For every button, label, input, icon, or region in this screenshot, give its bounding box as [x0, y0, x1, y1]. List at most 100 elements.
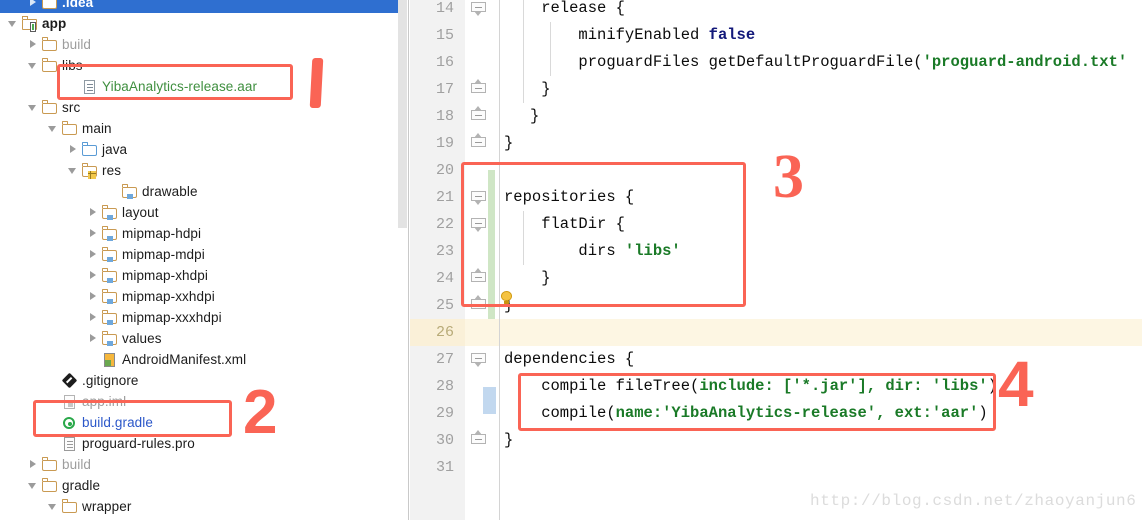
fold-marker-end: [471, 106, 486, 123]
code-token: proguardFiles getDefaultProguardFile(: [504, 53, 923, 71]
tree-scrollbar-thumb[interactable]: [398, 0, 407, 228]
tree-item-java[interactable]: java: [0, 139, 405, 160]
code-text: }: [504, 76, 550, 103]
tree-item-values[interactable]: values: [0, 328, 405, 349]
tree-item-label: AndroidManifest.xml: [122, 352, 247, 367]
chevron-down-icon[interactable]: [28, 102, 39, 113]
tree-scrollbar[interactable]: [398, 0, 407, 520]
annotation-box-3: [461, 162, 746, 307]
tree-item-mipmap-xxxhdpi[interactable]: mipmap-xxxhdpi: [0, 307, 405, 328]
line-number: 16: [435, 54, 454, 71]
folder-icon: [41, 457, 58, 473]
tree-item-gradle[interactable]: gradle: [0, 475, 405, 496]
res-subfolder-icon: [121, 184, 138, 200]
chevron-right-icon[interactable]: [88, 207, 99, 218]
line-number: 25: [435, 297, 454, 314]
tree-item-wrapper[interactable]: wrapper: [0, 496, 405, 517]
tree-item-drawable[interactable]: drawable: [0, 181, 405, 202]
chevron-down-icon[interactable]: [28, 60, 39, 71]
tree-item-res[interactable]: res: [0, 160, 405, 181]
tree-item-label: res: [102, 163, 122, 178]
code-text: minifyEnabled false: [504, 22, 755, 49]
line-number: 26: [435, 324, 454, 341]
line-number: 15: [435, 27, 454, 44]
chevron-down-icon[interactable]: [48, 123, 59, 134]
tree-item-mipmap-xxhdpi[interactable]: mipmap-xxhdpi: [0, 286, 405, 307]
chevron-down-icon[interactable]: [68, 165, 79, 176]
code-line[interactable]: 14 release {: [410, 0, 1142, 22]
line-number: 20: [435, 162, 454, 179]
tree-item-label: java: [102, 142, 128, 157]
code-line[interactable]: 17 }: [410, 76, 1142, 103]
no-chevron-spacer: [48, 438, 59, 449]
chevron-right-icon[interactable]: [88, 312, 99, 323]
annotation-number-3: 3: [773, 143, 804, 211]
chevron-right-icon[interactable]: [68, 144, 79, 155]
tree-item-label: gradle: [62, 478, 101, 493]
line-number: 23: [435, 243, 454, 260]
tree-item-label: main: [82, 121, 112, 136]
code-text: }: [504, 130, 513, 157]
code-token: }: [504, 134, 514, 152]
chevron-down-icon[interactable]: [28, 480, 39, 491]
line-number: 28: [435, 378, 454, 395]
code-line[interactable]: 31: [410, 454, 1142, 481]
code-line[interactable]: 18}: [410, 103, 1142, 130]
tree-item-app[interactable]: app: [0, 13, 405, 34]
csdn-watermark: http://blog.csdn.net/zhaoyanjun6: [810, 492, 1137, 510]
code-line[interactable]: 30}: [410, 427, 1142, 454]
tree-item-androidmanifest-xml[interactable]: AndroidManifest.xml: [0, 349, 405, 370]
tree-item-build[interactable]: build: [0, 454, 405, 475]
res-folder-icon: [81, 163, 98, 179]
folder-icon: [41, 478, 58, 494]
line-number: 30: [435, 432, 454, 449]
folder-icon: [41, 37, 58, 53]
folder-icon: [41, 100, 58, 116]
tree-item-label: mipmap-xxxhdpi: [122, 310, 222, 325]
folder-icon: [42, 0, 58, 11]
indent-guide: [550, 22, 551, 76]
line-number: 18: [435, 108, 454, 125]
chevron-right-icon[interactable]: [88, 291, 99, 302]
res-subfolder-icon: [101, 205, 118, 221]
code-text: proguardFiles getDefaultProguardFile('pr…: [504, 49, 1127, 76]
tree-item-mipmap-mdpi[interactable]: mipmap-mdpi: [0, 244, 405, 265]
chevron-right-icon[interactable]: [88, 270, 99, 281]
tree-item-build[interactable]: build: [0, 34, 405, 55]
tree-item-layout[interactable]: layout: [0, 202, 405, 223]
tree-item-src[interactable]: src: [0, 97, 405, 118]
line-number: 17: [435, 81, 454, 98]
chevron-right-icon[interactable]: [88, 249, 99, 260]
tree-item-mipmap-hdpi[interactable]: mipmap-hdpi: [0, 223, 405, 244]
android-studio-window: .idea app build libs YibaAnalytics-release.a…: [0, 0, 1142, 520]
code-text: }: [504, 427, 513, 454]
chevron-right-icon[interactable]: [28, 459, 39, 470]
tree-item-label: wrapper: [82, 499, 132, 514]
line-number: 22: [435, 216, 454, 233]
chevron-right-icon[interactable]: [88, 333, 99, 344]
code-token: }: [530, 107, 540, 125]
git-file-icon: [61, 372, 78, 389]
tree-item-main[interactable]: main: [0, 118, 405, 139]
chevron-down-icon[interactable]: [8, 18, 19, 29]
tree-item-mipmap-xhdpi[interactable]: mipmap-xhdpi: [0, 265, 405, 286]
code-token: dependencies {: [504, 350, 635, 368]
chevron-right-icon[interactable]: [28, 39, 39, 50]
res-subfolder-icon: [101, 268, 118, 284]
chevron-right-icon[interactable]: [28, 0, 39, 8]
fold-marker-open: [471, 353, 486, 367]
annotation-number-2: 2: [243, 378, 278, 447]
no-chevron-spacer: [88, 354, 99, 365]
chevron-down-icon[interactable]: [48, 501, 59, 512]
code-token: false: [708, 26, 756, 44]
code-line[interactable]: 26: [410, 319, 1142, 346]
code-line[interactable]: 16 proguardFiles getDefaultProguardFile(…: [410, 49, 1142, 76]
tree-item-idea[interactable]: .idea: [0, 0, 405, 13]
code-token: }: [504, 431, 514, 449]
tree-item-gitignore[interactable]: .gitignore: [0, 370, 405, 391]
res-subfolder-icon: [101, 226, 118, 242]
code-line[interactable]: 15 minifyEnabled false: [410, 22, 1142, 49]
folder-icon: [41, 58, 58, 74]
tree-item-label: mipmap-xxhdpi: [122, 289, 215, 304]
chevron-right-icon[interactable]: [88, 228, 99, 239]
